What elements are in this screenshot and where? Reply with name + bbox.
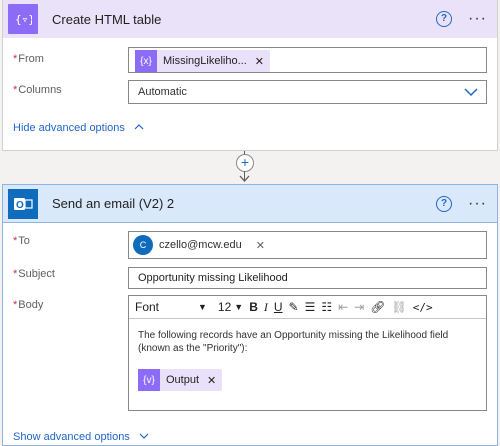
unlink-icon[interactable]: ⛓︎ [392, 300, 407, 314]
output-token[interactable]: {v} Output ✕ [138, 369, 223, 391]
card-title: Create HTML table [52, 11, 162, 27]
arrow-down-icon [239, 175, 250, 182]
chevron-down-icon [139, 433, 149, 439]
numbered-list-icon[interactable]: ☷ [321, 300, 332, 314]
avatar: C [133, 235, 153, 255]
indent-icon[interactable]: ⇥ [354, 300, 364, 314]
from-field[interactable]: {x} MissingLikeliho... ✕ [128, 47, 487, 73]
font-size-select[interactable]: 12 [218, 300, 231, 314]
card-header[interactable]: O Send an email (V2) 2 ? ··· [3, 185, 497, 223]
body-token-wrap: {v} Output ✕ [129, 355, 486, 391]
add-step-icon[interactable]: + [236, 154, 254, 172]
underline-icon[interactable]: U [274, 300, 283, 314]
output-token-label: Output [166, 374, 200, 386]
to-label: *To [13, 235, 30, 247]
body-text: The following records have an Opportunit… [138, 330, 449, 354]
remove-token-icon[interactable]: ✕ [255, 55, 264, 68]
outdent-icon[interactable]: ⇤ [338, 300, 348, 314]
columns-value: Automatic [138, 86, 187, 98]
more-icon[interactable]: ··· [468, 11, 487, 27]
remove-token-icon[interactable]: ✕ [207, 374, 216, 387]
subject-field[interactable]: Opportunity missing Likelihood [128, 267, 487, 289]
font-size-dropdown-icon[interactable]: ▼ [234, 302, 243, 312]
help-icon[interactable]: ? [436, 195, 453, 212]
chevron-down-icon [464, 88, 478, 97]
table-icon: {▿} [8, 4, 38, 34]
font-dropdown-icon[interactable]: ▼ [198, 302, 207, 312]
from-label: *From [13, 53, 44, 65]
show-advanced-options-link[interactable]: Show advanced options [13, 431, 149, 443]
body-label: *Body [13, 299, 44, 311]
create-html-table-card: {▿} Create HTML table ? ··· *From {x} Mi… [2, 0, 498, 151]
svg-text:O: O [16, 200, 24, 211]
help-icon[interactable]: ? [436, 11, 453, 27]
body-editor[interactable]: Font ▼ 12 ▼ B I U ✎ ☰ ☷ ⇤ ⇥ 🔗︎ ⛓︎ </> Th… [128, 295, 487, 411]
to-field[interactable]: C czello@mcw.edu ✕ [128, 231, 487, 259]
subject-value: Opportunity missing Likelihood [138, 272, 288, 284]
from-token-label: MissingLikeliho... [163, 55, 247, 67]
variable-icon: {x} [135, 50, 157, 72]
columns-row: *Columns Automatic [3, 80, 497, 104]
recipient-email: czello@mcw.edu [159, 239, 242, 251]
send-email-card: O Send an email (V2) 2 ? ··· *To C czell… [2, 184, 498, 446]
italic-icon[interactable]: I [264, 300, 268, 315]
columns-label: *Columns [13, 84, 62, 96]
bold-icon[interactable]: B [249, 300, 258, 314]
font-name-select[interactable]: Font [135, 300, 195, 314]
columns-select[interactable]: Automatic [128, 80, 487, 104]
bullet-list-icon[interactable]: ☰ [305, 300, 316, 314]
pen-icon[interactable]: ✎ [289, 300, 299, 314]
more-icon[interactable]: ··· [468, 195, 487, 211]
link-icon[interactable]: 🔗︎ [370, 300, 385, 314]
code-view-icon[interactable]: </> [413, 301, 433, 314]
svg-text:{▿}: {▿} [15, 13, 32, 26]
recipient-chip[interactable]: C czello@mcw.edu ✕ [133, 235, 265, 255]
from-row: *From {x} MissingLikeliho... ✕ [3, 47, 497, 73]
remove-recipient-icon[interactable]: ✕ [256, 239, 265, 252]
outlook-icon: O [8, 188, 38, 219]
variable-icon: {v} [138, 369, 160, 391]
formatting-toolbar: Font ▼ 12 ▼ B I U ✎ ☰ ☷ ⇤ ⇥ 🔗︎ ⛓︎ </> [129, 296, 486, 319]
hide-advanced-options-link[interactable]: Hide advanced options [13, 122, 144, 134]
subject-label: *Subject [13, 268, 55, 280]
card-title: Send an email (V2) 2 [52, 196, 175, 211]
card-header[interactable]: {▿} Create HTML table ? ··· [3, 0, 497, 38]
from-token[interactable]: {x} MissingLikeliho... ✕ [135, 50, 270, 72]
chevron-up-icon [134, 124, 144, 130]
